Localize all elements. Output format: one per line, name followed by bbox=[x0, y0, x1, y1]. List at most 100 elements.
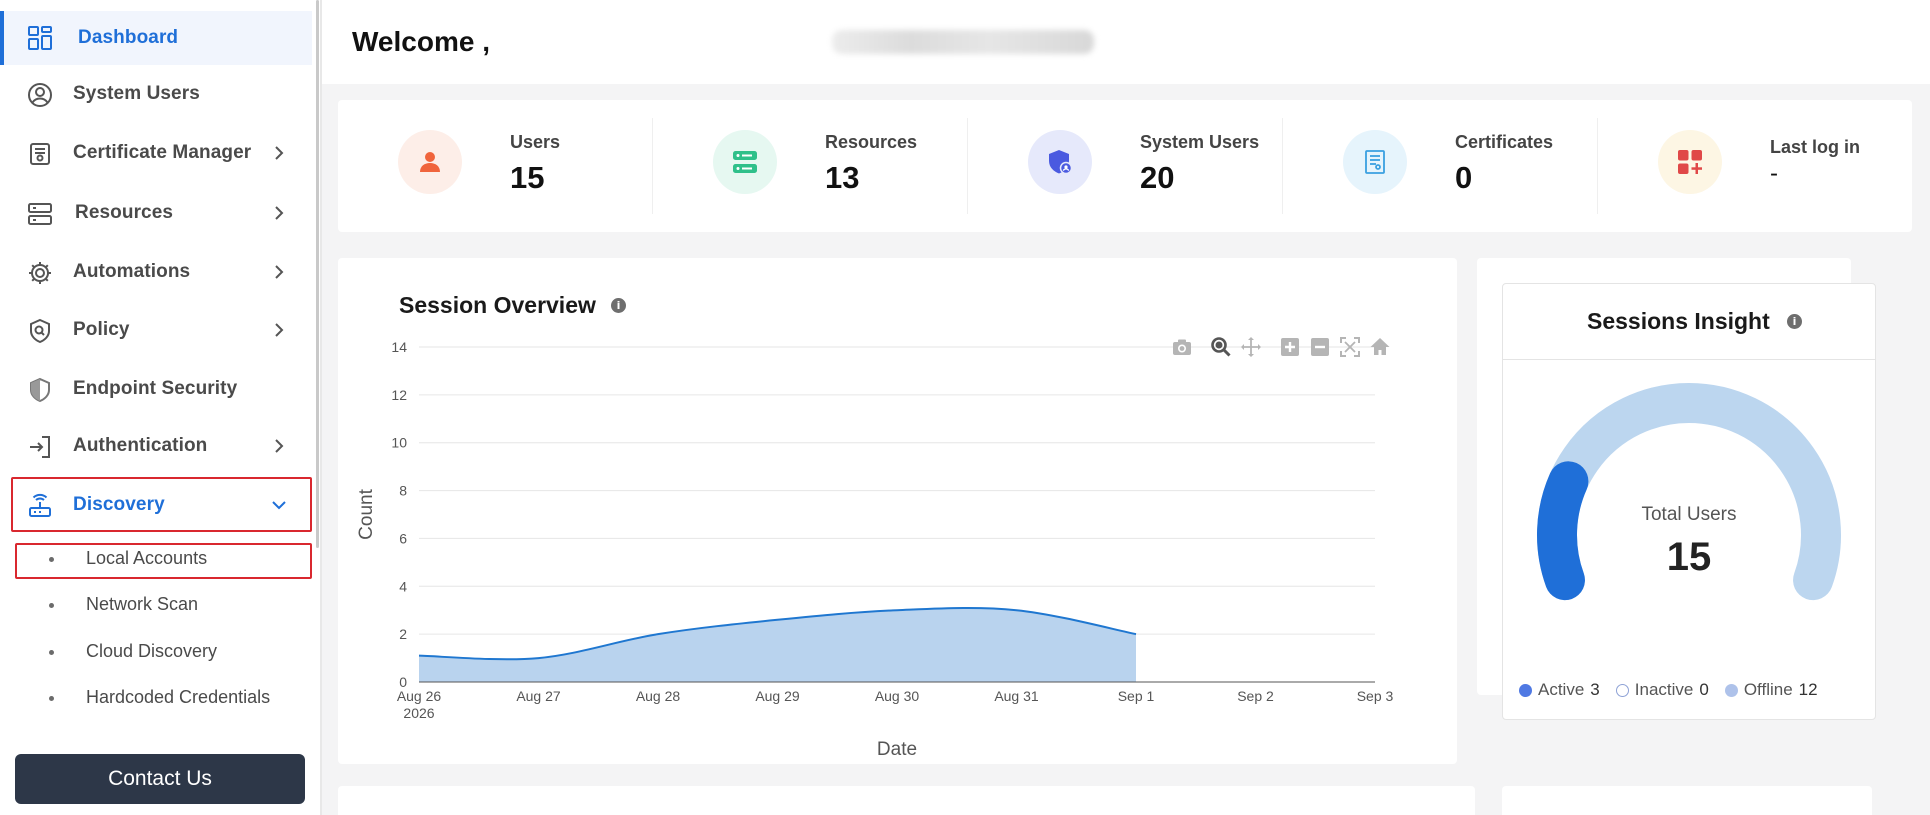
session-overview-title: Session Overview bbox=[399, 292, 596, 318]
zoom-icon[interactable] bbox=[1210, 336, 1232, 358]
x-tick-label: Aug 27 bbox=[516, 688, 561, 704]
legend-dot bbox=[1724, 683, 1738, 697]
pan-icon[interactable] bbox=[1240, 336, 1262, 358]
sidebar-item-endpoint-security[interactable]: Endpoint Security bbox=[0, 363, 312, 415]
legend-count: 12 bbox=[1798, 680, 1818, 699]
stat-label: System Users bbox=[1140, 132, 1260, 152]
chevron-down-icon bbox=[272, 501, 286, 510]
legend-count: 3 bbox=[1590, 680, 1600, 699]
sub-item-local-accounts[interactable]: Local Accounts bbox=[0, 540, 312, 578]
chevron-right-icon bbox=[275, 206, 284, 220]
sidebar-item-policy[interactable]: Policy bbox=[0, 304, 312, 356]
router-icon bbox=[27, 493, 53, 519]
sub-item-label: Network Scan bbox=[86, 594, 199, 614]
x-tick-label: Aug 29 bbox=[755, 688, 800, 704]
y-tick-label: 12 bbox=[391, 387, 407, 403]
user-icon bbox=[398, 130, 462, 194]
bullet-dot bbox=[49, 650, 54, 655]
camera-icon[interactable] bbox=[1171, 336, 1193, 358]
bullet-dot bbox=[49, 603, 54, 608]
gauge-active-arc bbox=[1537, 461, 1589, 601]
y-tick-label: 6 bbox=[399, 530, 407, 546]
sidebar-item-system-users[interactable]: System Users bbox=[0, 68, 312, 120]
y-tick-label: 8 bbox=[399, 483, 407, 499]
gauge-legend: Active 3 Inactive 0 Offline 12 bbox=[1519, 680, 1818, 700]
sidebar-scrollbar[interactable] bbox=[316, 0, 319, 548]
bottom-card-right bbox=[1502, 786, 1872, 815]
autoscale-icon[interactable] bbox=[1339, 336, 1361, 358]
legend-label: Active bbox=[1538, 680, 1585, 699]
stat-value: 0 bbox=[1455, 160, 1473, 195]
gauge-label: Total Users bbox=[1641, 504, 1736, 525]
x-tick-year-label: 2026 bbox=[403, 705, 434, 721]
apps-add-icon bbox=[1658, 130, 1722, 194]
user-circle-icon bbox=[27, 82, 53, 108]
chevron-right-icon bbox=[275, 265, 284, 279]
sidebar-item-label: Policy bbox=[73, 319, 130, 340]
chevron-right-icon bbox=[275, 146, 284, 160]
stat-label: Resources bbox=[825, 132, 918, 152]
sessions-insight-title: Sessions Insight bbox=[1587, 308, 1770, 334]
stat-users: Users 15 bbox=[338, 100, 652, 232]
bottom-card-left bbox=[338, 786, 1475, 815]
legend-count: 0 bbox=[1699, 680, 1709, 699]
home-icon[interactable] bbox=[1369, 336, 1391, 358]
sub-item-hardcoded-credentials[interactable]: Hardcoded Credentials bbox=[0, 679, 312, 717]
session-overview-card: 0 2 4 6 8 10 12 14 Aug 26 Aug 27 Aug 28 Aug 29 Aug 3… bbox=[338, 258, 1457, 764]
sidebar-item-label: System Users bbox=[73, 83, 200, 104]
y-tick-label: 14 bbox=[391, 339, 407, 355]
sidebar-divider bbox=[320, 0, 322, 815]
y-tick-label: 2 bbox=[399, 626, 407, 642]
sub-item-label: Cloud Discovery bbox=[86, 641, 218, 661]
total-users-gauge[interactable]: Total Users 15 bbox=[1503, 360, 1875, 660]
stat-label: Users bbox=[510, 132, 561, 152]
stat-value: - bbox=[1770, 160, 1778, 187]
shield-icon bbox=[27, 377, 53, 403]
stat-value: 20 bbox=[1140, 160, 1175, 195]
x-tick-label: Sep 3 bbox=[1357, 688, 1394, 704]
blurred-email bbox=[832, 30, 1094, 54]
x-tick-label: Aug 31 bbox=[994, 688, 1039, 704]
session-chart[interactable]: 02468101214Aug 26 Aug 27 Aug 28 Aug 29 Aug 3… bbox=[338, 258, 1457, 764]
gauge-value: 15 bbox=[1667, 535, 1712, 579]
x-tick-label: Aug 26 bbox=[397, 688, 442, 704]
x-axis-title: Date bbox=[877, 739, 917, 760]
sidebar-item-discovery[interactable]: Discovery bbox=[0, 479, 312, 531]
sub-item-network-scan[interactable]: Network Scan bbox=[0, 586, 312, 624]
sidebar-item-resources[interactable]: Resources bbox=[0, 187, 312, 239]
sidebar-item-label: Endpoint Security bbox=[73, 378, 238, 399]
certificate-icon bbox=[27, 141, 53, 167]
legend-item-inactive[interactable]: Inactive 0 bbox=[1615, 680, 1709, 700]
sidebar-item-label: Authentication bbox=[73, 435, 208, 456]
info-icon[interactable]: i bbox=[1787, 314, 1802, 329]
sub-item-cloud-discovery[interactable]: Cloud Discovery bbox=[0, 633, 312, 671]
bullet-dot bbox=[49, 696, 54, 701]
contact-us-button[interactable]: Contact Us bbox=[15, 754, 305, 804]
sidebar-item-automations[interactable]: Automations bbox=[0, 246, 312, 298]
server-stack-icon bbox=[713, 130, 777, 194]
shield-user-icon bbox=[1028, 130, 1092, 194]
sidebar-item-certificate-manager[interactable]: Certificate Manager bbox=[0, 127, 312, 179]
y-tick-label: 10 bbox=[391, 435, 407, 451]
stat-value: 15 bbox=[510, 160, 545, 195]
sidebar-item-label: Certificate Manager bbox=[73, 142, 252, 163]
stat-resources: Resources 13 bbox=[653, 100, 967, 232]
gear-icon bbox=[27, 260, 53, 286]
info-icon[interactable]: i bbox=[611, 298, 626, 313]
legend-item-offline[interactable]: Offline 12 bbox=[1724, 680, 1818, 700]
sidebar-item-authentication[interactable]: Authentication bbox=[0, 420, 312, 472]
chevron-right-icon bbox=[275, 439, 284, 453]
y-axis-title: Count bbox=[356, 488, 377, 539]
zoom-out-icon[interactable] bbox=[1309, 336, 1331, 358]
legend-dot bbox=[1519, 683, 1532, 697]
sessions-insight-card: Sessions Insight i Total Users 15 Active… bbox=[1502, 283, 1876, 720]
legend-item-active[interactable]: Active 3 bbox=[1519, 680, 1600, 700]
sub-item-label: Local Accounts bbox=[86, 548, 208, 568]
sidebar: Dashboard System Users Certificate Manag… bbox=[0, 0, 320, 815]
sessions-insight-header: Sessions Insight i bbox=[1503, 284, 1875, 360]
x-tick-label: Sep 1 bbox=[1118, 688, 1155, 704]
header: Welcome , bbox=[322, 0, 1930, 84]
sidebar-item-dashboard[interactable]: Dashboard bbox=[0, 11, 312, 65]
stats-card: Users 15 Resources 13 System Users 20 Ce… bbox=[338, 100, 1912, 232]
zoom-in-icon[interactable] bbox=[1279, 336, 1301, 358]
